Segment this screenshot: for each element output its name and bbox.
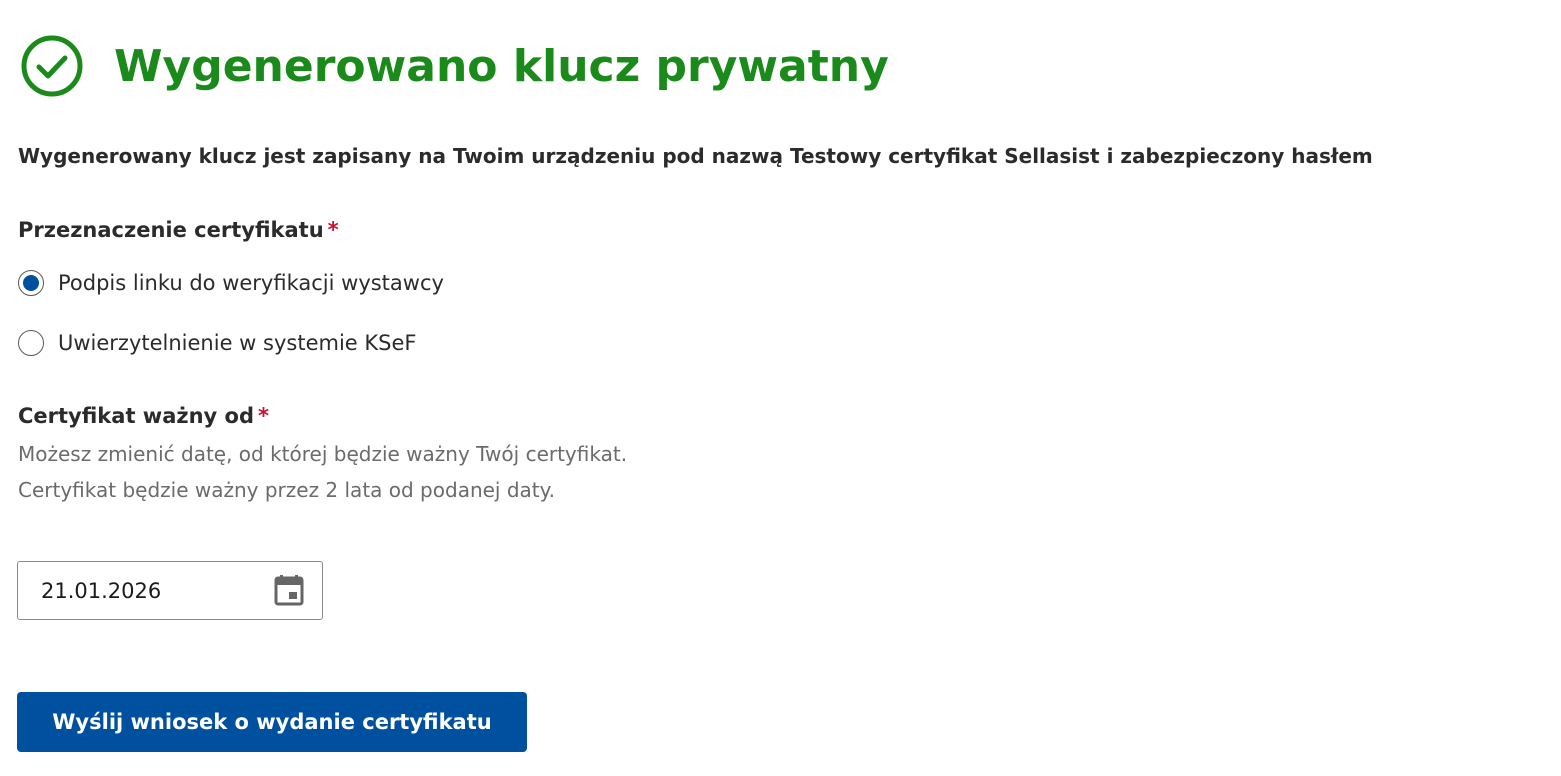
radio-button-selected[interactable] bbox=[18, 270, 44, 296]
purpose-label: Przeznaczenie certyfikatu * bbox=[18, 218, 339, 242]
valid-from-label: Certyfikat ważny od * bbox=[18, 404, 269, 428]
purpose-label-text: Przeznaczenie certyfikatu bbox=[18, 218, 324, 242]
calendar-icon[interactable] bbox=[274, 574, 304, 606]
radio-option-link-signature[interactable]: Podpis linku do weryfikacji wystawcy bbox=[18, 270, 444, 296]
radio-option-label: Uwierzytelnienie w systemie KSeF bbox=[58, 331, 417, 355]
date-field[interactable] bbox=[17, 561, 323, 620]
page-title: Wygenerowano klucz prywatny bbox=[114, 40, 889, 92]
required-mark: * bbox=[327, 218, 339, 242]
submit-request-button[interactable]: Wyślij wniosek o wydanie certyfikatu bbox=[17, 692, 527, 752]
date-input[interactable] bbox=[18, 562, 258, 619]
check-circle-icon bbox=[21, 35, 83, 97]
required-mark: * bbox=[258, 404, 269, 428]
radio-option-label: Podpis linku do weryfikacji wystawcy bbox=[58, 271, 444, 295]
valid-from-label-text: Certyfikat ważny od bbox=[18, 404, 254, 428]
page-header: Wygenerowano klucz prywatny bbox=[20, 34, 889, 98]
radio-button[interactable] bbox=[18, 330, 44, 356]
radio-option-ksef-auth[interactable]: Uwierzytelnienie w systemie KSeF bbox=[18, 330, 416, 356]
key-info-text: Wygenerowany klucz jest zapisany na Twoi… bbox=[18, 144, 1373, 168]
radio-dot bbox=[23, 275, 39, 291]
valid-from-hint: Możesz zmienić datę, od której będzie wa… bbox=[18, 442, 628, 502]
